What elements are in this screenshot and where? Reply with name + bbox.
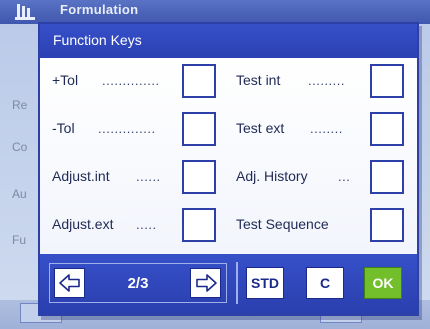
label-minus-tol: -Tol: [52, 120, 75, 136]
key-adjust-ext-checkbox[interactable]: [182, 208, 216, 242]
label-test-int: Test int: [236, 72, 281, 88]
clear-button[interactable]: C: [306, 267, 344, 299]
label-test-sequence: Test Sequence: [236, 216, 329, 232]
background-side-item: Au: [12, 187, 27, 201]
background-side-item: Fu: [12, 233, 27, 247]
key-test-ext-checkbox[interactable]: [370, 112, 404, 146]
dots-leader: ........: [310, 121, 343, 136]
label-adj-history: Adj. History: [236, 168, 308, 184]
footer-separator: [236, 262, 238, 304]
label-test-ext: Test ext: [236, 120, 285, 136]
page-indicator: 2/3: [127, 275, 149, 292]
previous-page-button[interactable]: [54, 268, 85, 298]
key-minus-tol-checkbox[interactable]: [182, 112, 216, 146]
background-titlebar: Formulation: [0, 0, 430, 24]
function-keys-dialog: Function Keys +Tol .............. Test i…: [38, 22, 419, 316]
dots-leader: ..............: [98, 121, 156, 136]
page-navigation: 2/3: [49, 263, 227, 303]
dots-leader: ...: [338, 169, 351, 184]
background-side-item: Co: [12, 140, 28, 154]
key-test-int-checkbox[interactable]: [370, 64, 404, 98]
arrow-right-icon: [196, 274, 217, 292]
dialog-body: +Tol .............. Test int ......... -…: [40, 58, 417, 254]
dots-leader: ......: [136, 169, 161, 184]
label-plus-tol: +Tol: [52, 72, 79, 88]
background-app-title: Formulation: [60, 2, 139, 17]
label-adjust-ext: Adjust.ext: [52, 216, 114, 232]
dialog-title: Function Keys: [53, 32, 142, 48]
ok-button[interactable]: OK: [364, 267, 402, 299]
key-adjust-int-checkbox[interactable]: [182, 160, 216, 194]
background-side-item: Re: [12, 98, 28, 112]
arrow-left-icon: [59, 274, 80, 292]
dialog-header: Function Keys: [40, 24, 417, 58]
key-plus-tol-checkbox[interactable]: [182, 64, 216, 98]
label-adjust-int: Adjust.int: [52, 168, 110, 184]
std-button[interactable]: STD: [246, 267, 284, 299]
balance-icon: [15, 4, 35, 20]
dialog-footer: 2/3 STD C OK: [40, 254, 417, 314]
next-page-button[interactable]: [190, 268, 221, 298]
dots-leader: .........: [308, 73, 346, 88]
dots-leader: ..............: [102, 73, 160, 88]
dots-leader: .....: [136, 217, 157, 232]
key-adj-history-checkbox[interactable]: [370, 160, 404, 194]
key-test-sequence-checkbox[interactable]: [370, 208, 404, 242]
